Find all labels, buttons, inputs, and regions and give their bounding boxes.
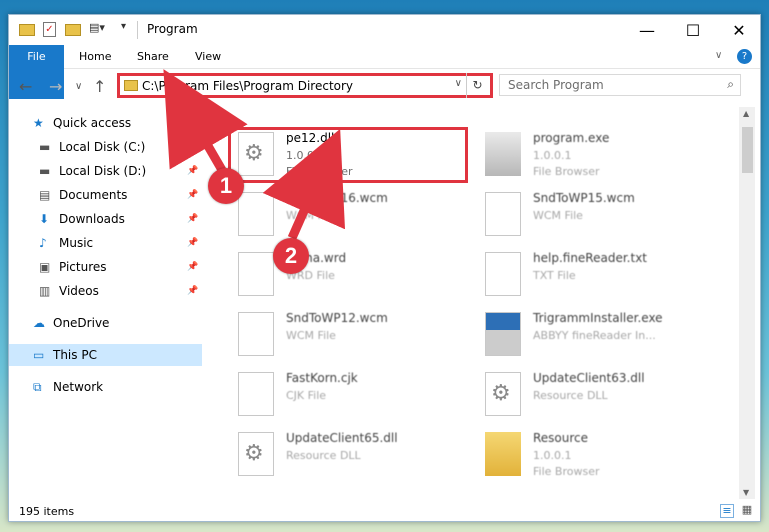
callout-1: 1 xyxy=(208,168,244,204)
callout-2: 2 xyxy=(273,238,309,274)
arrow-to-address-bar xyxy=(163,69,248,173)
arrow-to-file xyxy=(262,128,346,240)
annotation-arrows xyxy=(163,69,346,240)
